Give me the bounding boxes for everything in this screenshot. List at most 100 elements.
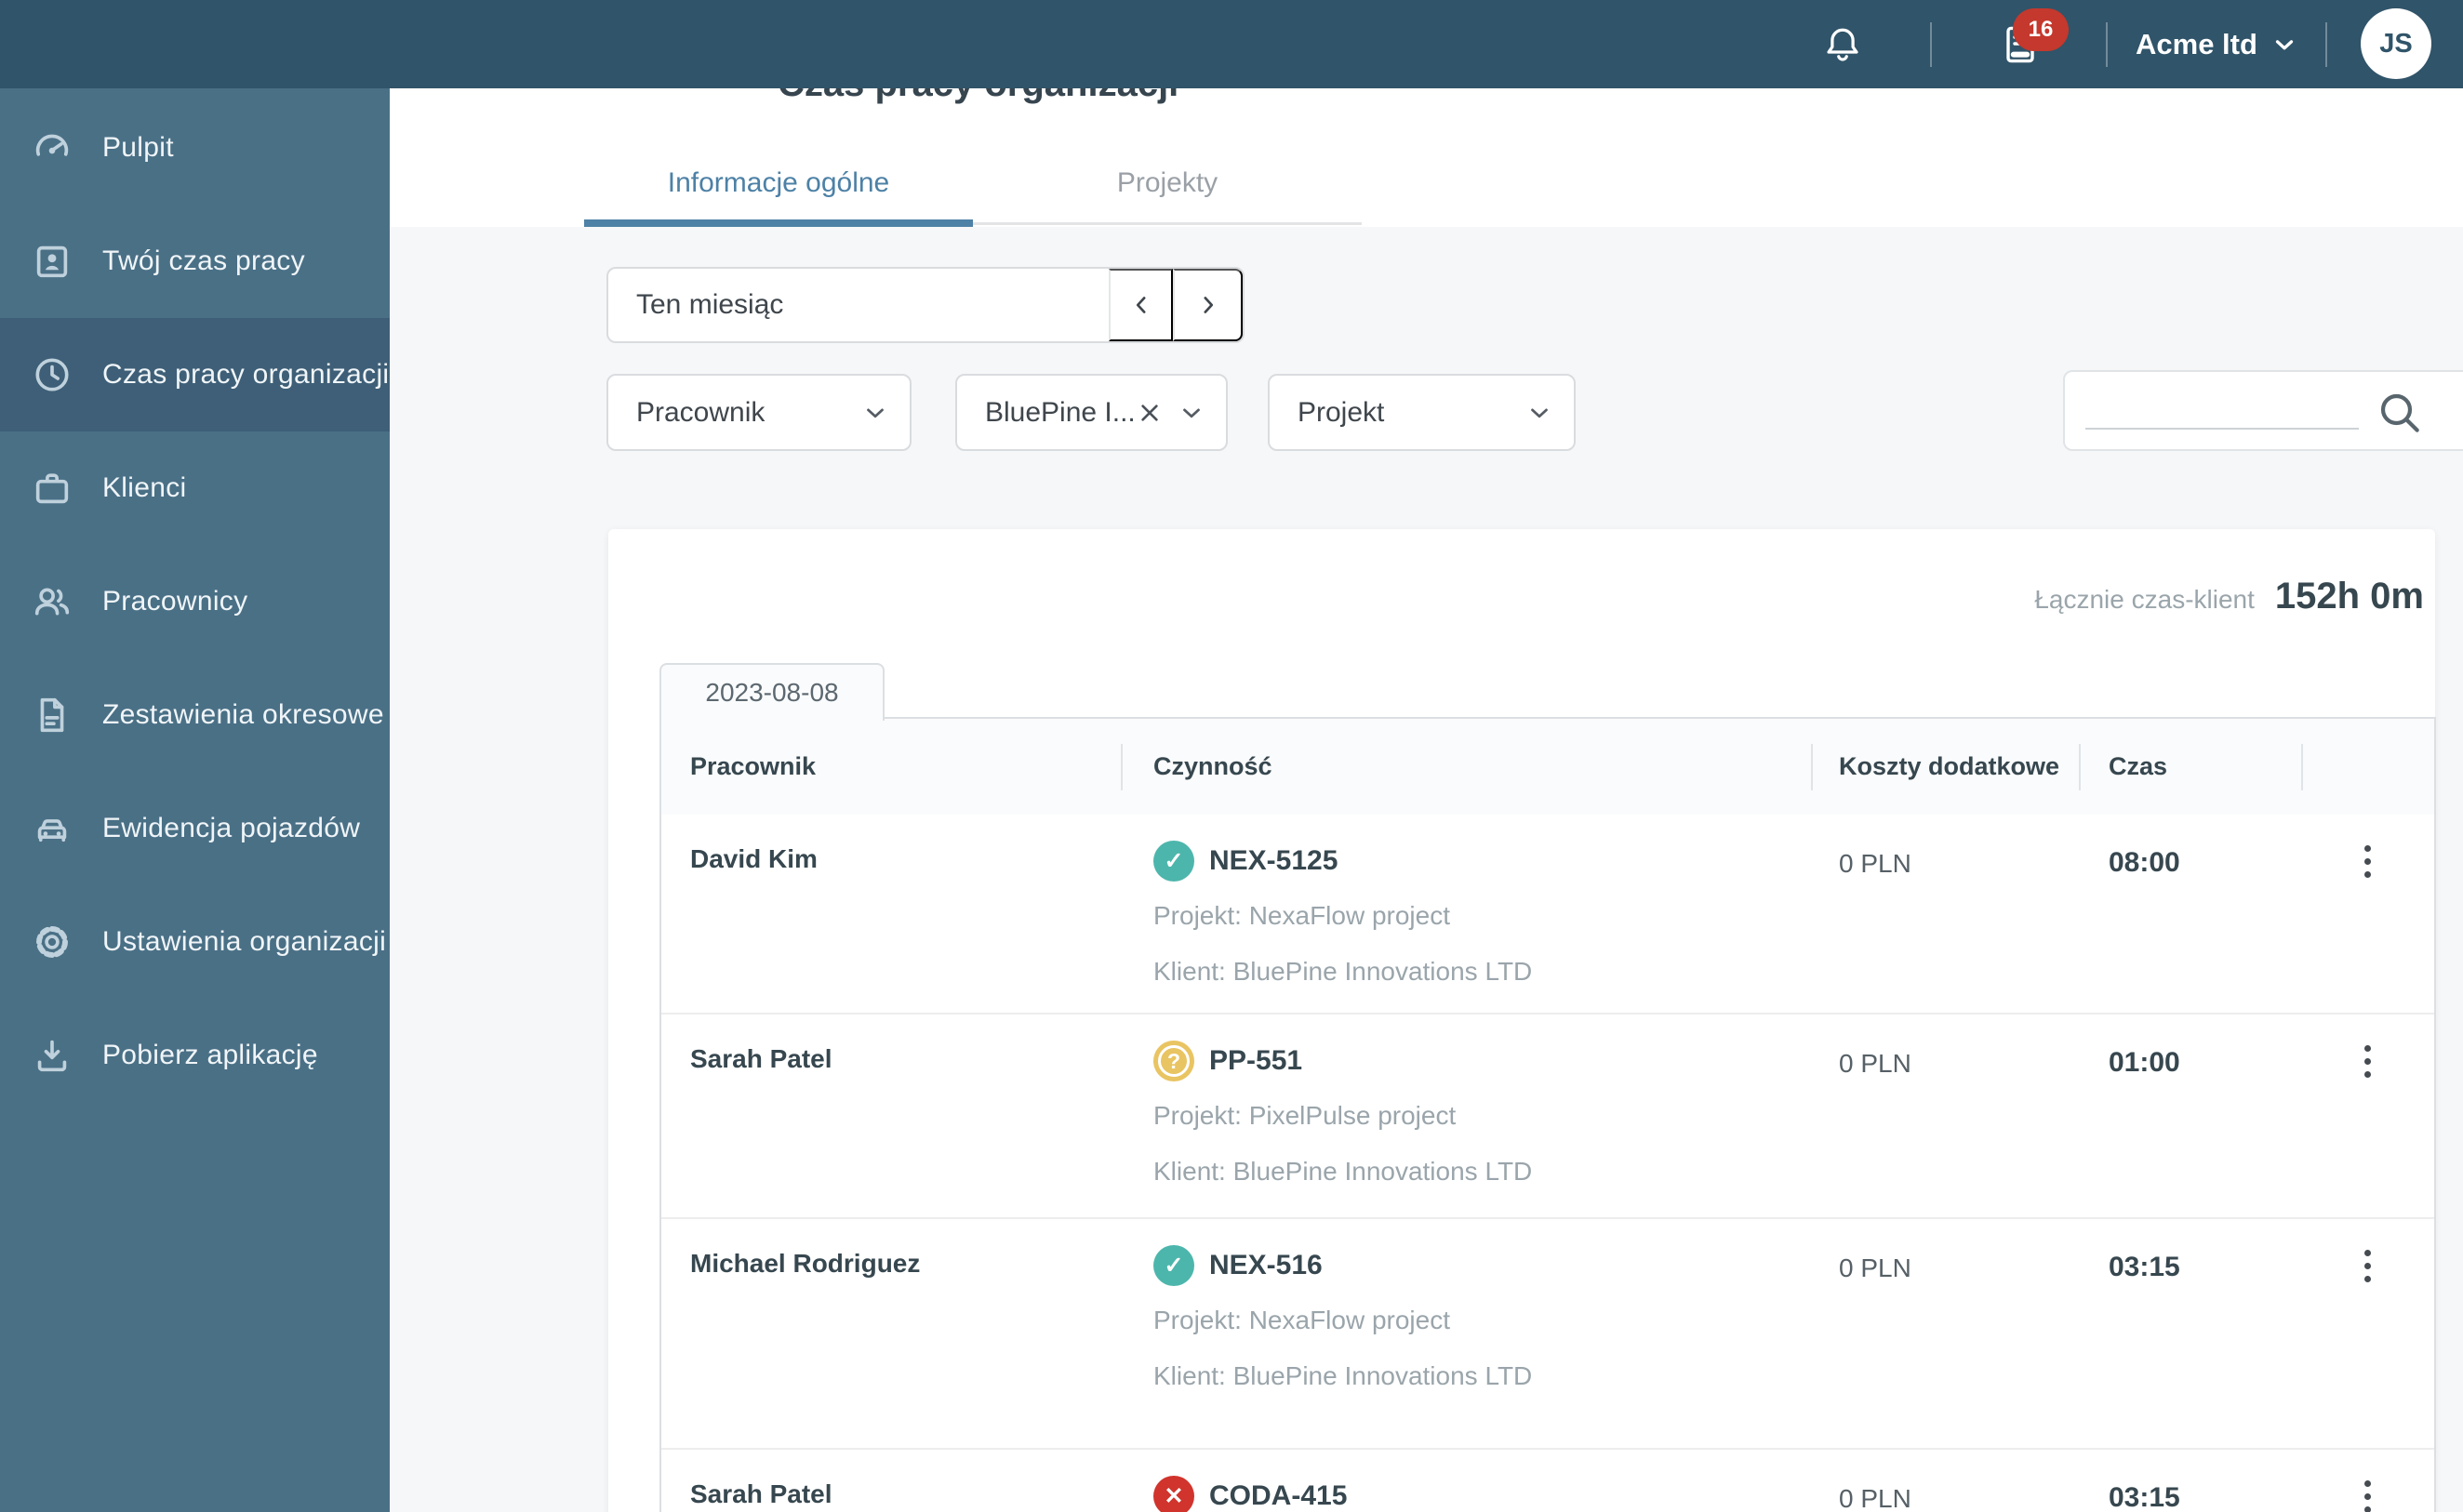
sidebar-item[interactable]: Zestawienia okresowe bbox=[0, 658, 390, 772]
actions-cell bbox=[2301, 1219, 2434, 1448]
employee-filter-label: Pracownik bbox=[636, 396, 766, 428]
table-header: Pracownik Czynność Koszty dodatkowe Czas bbox=[661, 719, 2434, 815]
time-value: 03:15 bbox=[2109, 1482, 2180, 1512]
summary-label: Łącznie czas-klient bbox=[2034, 585, 2255, 614]
column-header-actions bbox=[2301, 719, 2434, 815]
content-background: Ten miesiąc Pracownik BluePine I... Proj… bbox=[390, 227, 2463, 1512]
sidebar-item-icon bbox=[31, 807, 73, 850]
sidebar-item[interactable]: Pobierz aplikację bbox=[0, 999, 390, 1112]
topbar-divider bbox=[2106, 22, 2108, 67]
activity-project: Projekt: NexaFlow project bbox=[1153, 1306, 1451, 1334]
chevron-down-icon bbox=[2270, 31, 2298, 59]
chevron-left-icon bbox=[1127, 289, 1155, 321]
extra-costs: 0 PLN bbox=[1839, 849, 1911, 878]
worktime-table: Pracownik Czynność Koszty dodatkowe Czas… bbox=[659, 717, 2436, 1512]
activity-cell: ✕ CODA-415 bbox=[1121, 1450, 1811, 1512]
summary-value: 152h 0m bbox=[2274, 576, 2424, 617]
search-icon bbox=[2374, 387, 2426, 439]
project-filter-dropdown[interactable]: Projekt bbox=[1268, 374, 1576, 451]
sidebar-item[interactable]: Czas pracy organizacji bbox=[0, 318, 390, 431]
status-icon: ? bbox=[1153, 1041, 1194, 1081]
sidebar-item-icon bbox=[31, 694, 73, 736]
client-filter-dropdown[interactable]: BluePine I... bbox=[955, 374, 1228, 451]
close-icon bbox=[1135, 398, 1165, 428]
search-input[interactable] bbox=[2085, 389, 2359, 430]
sidebar-item[interactable]: Pulpit bbox=[0, 91, 390, 205]
time-value: 08:00 bbox=[2109, 847, 2180, 878]
row-menu-kebab-icon[interactable] bbox=[2346, 1039, 2390, 1083]
sidebar-item-icon bbox=[31, 353, 73, 396]
row-menu-kebab-icon[interactable] bbox=[2346, 1243, 2390, 1288]
actions-cell bbox=[2301, 1015, 2434, 1217]
notifications-bell-button[interactable] bbox=[1821, 0, 1864, 88]
employee-name: Sarah Patel bbox=[690, 1479, 832, 1508]
column-header-pracownik: Pracownik bbox=[690, 752, 817, 780]
chevron-down-icon bbox=[1178, 399, 1205, 427]
company-name: Acme ltd bbox=[2136, 27, 2257, 60]
sidebar-item[interactable]: Twój czas pracy bbox=[0, 205, 390, 318]
extra-costs: 0 PLN bbox=[1839, 1484, 1911, 1512]
sidebar: Pulpit Twój czas pracy Czas pracy organi… bbox=[0, 88, 390, 1512]
user-avatar[interactable]: JS bbox=[2361, 8, 2431, 79]
employee-name: David Kim bbox=[690, 844, 818, 873]
date-tab[interactable]: 2023-08-08 bbox=[659, 663, 885, 721]
status-icon: ✓ bbox=[1153, 1245, 1194, 1286]
tab-projekty[interactable]: Projekty bbox=[973, 139, 1362, 227]
company-switcher[interactable]: Acme ltd bbox=[2136, 0, 2298, 88]
row-menu-kebab-icon[interactable] bbox=[2346, 1474, 2390, 1512]
extra-costs: 0 PLN bbox=[1839, 1049, 1911, 1078]
sidebar-item-icon bbox=[31, 1034, 73, 1077]
period-selector[interactable]: Ten miesiąc bbox=[606, 267, 1245, 343]
sidebar-item-icon bbox=[31, 580, 73, 623]
sidebar-item-icon bbox=[31, 240, 73, 283]
sidebar-item-label: Pobierz aplikację bbox=[102, 1040, 318, 1070]
sidebar-item-label: Pracownicy bbox=[102, 586, 248, 617]
topbar: 16 Acme ltd JS bbox=[0, 0, 2463, 88]
activity-client: Klient: BluePine Innovations LTD bbox=[1153, 957, 1533, 986]
tab-informacje-ogolne[interactable]: Informacje ogólne bbox=[584, 139, 973, 227]
sidebar-item-label: Twój czas pracy bbox=[102, 245, 305, 276]
activity-code: PP-551 bbox=[1209, 1045, 1303, 1076]
column-header-koszty: Koszty dodatkowe bbox=[1811, 719, 2079, 815]
table-row: Michael Rodriguez ✓ NEX-516 Projekt: Nex… bbox=[661, 1217, 2434, 1448]
sidebar-item[interactable]: Klienci bbox=[0, 431, 390, 545]
table-row: Sarah Patel ✕ CODA-415 0 PLN 03:15 bbox=[661, 1448, 2434, 1512]
tab-bar: Informacje ogólne Projekty bbox=[584, 139, 1362, 227]
sidebar-item[interactable]: Ewidencja pojazdów bbox=[0, 772, 390, 885]
column-header-czynnosc: Czynność bbox=[1121, 719, 1811, 815]
row-menu-kebab-icon[interactable] bbox=[2346, 839, 2390, 883]
activity-cell: ✓ NEX-516 Projekt: NexaFlow project Klie… bbox=[1121, 1219, 1811, 1448]
status-icon: ✕ bbox=[1153, 1476, 1194, 1512]
sidebar-item-label: Ewidencja pojazdów bbox=[102, 813, 361, 843]
notification-count-badge: 16 bbox=[2013, 7, 2069, 51]
employee-name: Sarah Patel bbox=[690, 1044, 832, 1073]
sidebar-item-icon bbox=[31, 921, 73, 963]
activity-cell: ? PP-551 Projekt: PixelPulse project Kli… bbox=[1121, 1015, 1811, 1217]
column-header-czas: Czas bbox=[2079, 719, 2301, 815]
client-filter-value: BluePine I... bbox=[985, 396, 1135, 428]
table-body: David Kim ✓ NEX-5125 Projekt: NexaFlow p… bbox=[661, 815, 2434, 1512]
extra-costs: 0 PLN bbox=[1839, 1253, 1911, 1282]
activity-client: Klient: BluePine Innovations LTD bbox=[1153, 1361, 1533, 1390]
activity-client: Klient: BluePine Innovations LTD bbox=[1153, 1157, 1533, 1186]
chevron-down-icon bbox=[1525, 399, 1553, 427]
sidebar-item-label: Klienci bbox=[102, 472, 187, 503]
actions-cell bbox=[2301, 1450, 2434, 1512]
reports-button[interactable]: 16 bbox=[1998, 0, 2069, 88]
chevron-right-icon bbox=[1194, 289, 1222, 321]
clear-client-filter-button[interactable] bbox=[1135, 398, 1165, 428]
sidebar-item[interactable]: Pracownicy bbox=[0, 545, 390, 658]
activity-project: Projekt: NexaFlow project bbox=[1153, 901, 1451, 930]
sidebar-item-icon bbox=[31, 467, 73, 510]
main-content: Czas pracy organizacji Informacje ogólne… bbox=[390, 0, 2463, 1512]
search-box bbox=[2063, 370, 2463, 451]
activity-code: CODA-415 bbox=[1209, 1480, 1348, 1511]
activity-code: NEX-516 bbox=[1209, 1250, 1323, 1280]
employee-filter-dropdown[interactable]: Pracownik bbox=[606, 374, 912, 451]
previous-period-button[interactable] bbox=[1109, 269, 1173, 341]
activity-code: NEX-5125 bbox=[1209, 845, 1338, 876]
time-value: 03:15 bbox=[2109, 1252, 2180, 1282]
next-period-button[interactable] bbox=[1173, 269, 1243, 341]
sidebar-item-icon bbox=[31, 126, 73, 169]
sidebar-item[interactable]: Ustawienia organizacji bbox=[0, 885, 390, 999]
